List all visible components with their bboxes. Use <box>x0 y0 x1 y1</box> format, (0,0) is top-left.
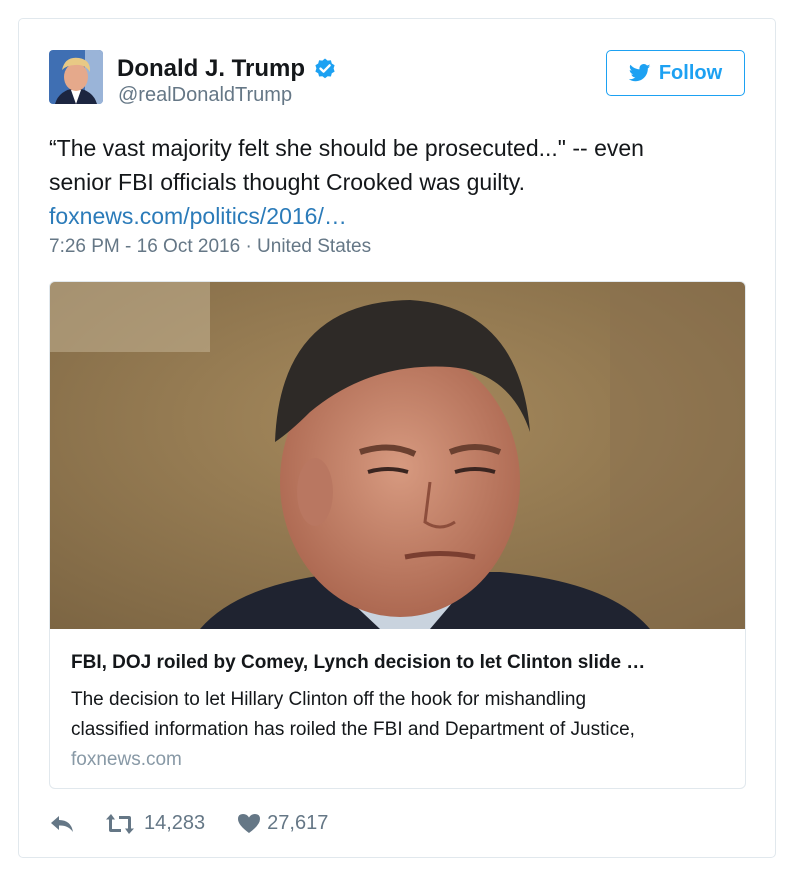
tweet-actions: 14,283 27,617 <box>49 812 328 835</box>
tweet-timestamp[interactable]: 7:26 PM - 16 Oct 2016 · United States <box>49 236 371 258</box>
card-description: The decision to let Hillary Clinton off … <box>71 685 731 745</box>
retweet-icon <box>106 813 134 834</box>
author-name-row: Donald J. Trump <box>117 55 337 83</box>
link-preview-card[interactable]: FBI, DOJ roiled by Comey, Lynch decision… <box>49 281 746 789</box>
tweet-card: Donald J. Trump @realDonaldTrump Follow … <box>18 18 776 858</box>
retweet-count: 14,283 <box>144 812 206 834</box>
card-domain: foxnews.com <box>71 749 182 770</box>
tweet-text-line: “The vast majority felt she should be pr… <box>49 135 644 161</box>
verified-badge-icon <box>315 58 335 79</box>
like-count: 27,617 <box>267 812 329 834</box>
author-handle[interactable]: @realDonaldTrump <box>118 84 292 107</box>
tweet-text: “The vast majority felt she should be pr… <box>49 131 749 233</box>
follow-button-label: Follow <box>658 61 723 84</box>
card-description-line: classified information has roiled the FB… <box>71 719 635 740</box>
avatar[interactable] <box>49 50 103 104</box>
card-title: FBI, DOJ roiled by Comey, Lynch decision… <box>71 652 646 673</box>
like-button[interactable]: 27,617 <box>237 812 328 835</box>
heart-icon <box>238 814 261 833</box>
author-name[interactable]: Donald J. Trump <box>117 55 305 83</box>
tweet-text-line: senior FBI officials thought Crooked was… <box>49 169 525 195</box>
reply-icon <box>51 815 73 832</box>
follow-button[interactable]: Follow <box>606 50 745 96</box>
twitter-bird-icon <box>628 64 651 82</box>
tweet-link[interactable]: foxnews.com/politics/2016/… <box>49 199 749 233</box>
retweet-button[interactable]: 14,283 <box>105 812 205 835</box>
reply-button[interactable] <box>49 814 75 834</box>
card-description-line: The decision to let Hillary Clinton off … <box>71 689 587 710</box>
card-image <box>50 282 745 629</box>
